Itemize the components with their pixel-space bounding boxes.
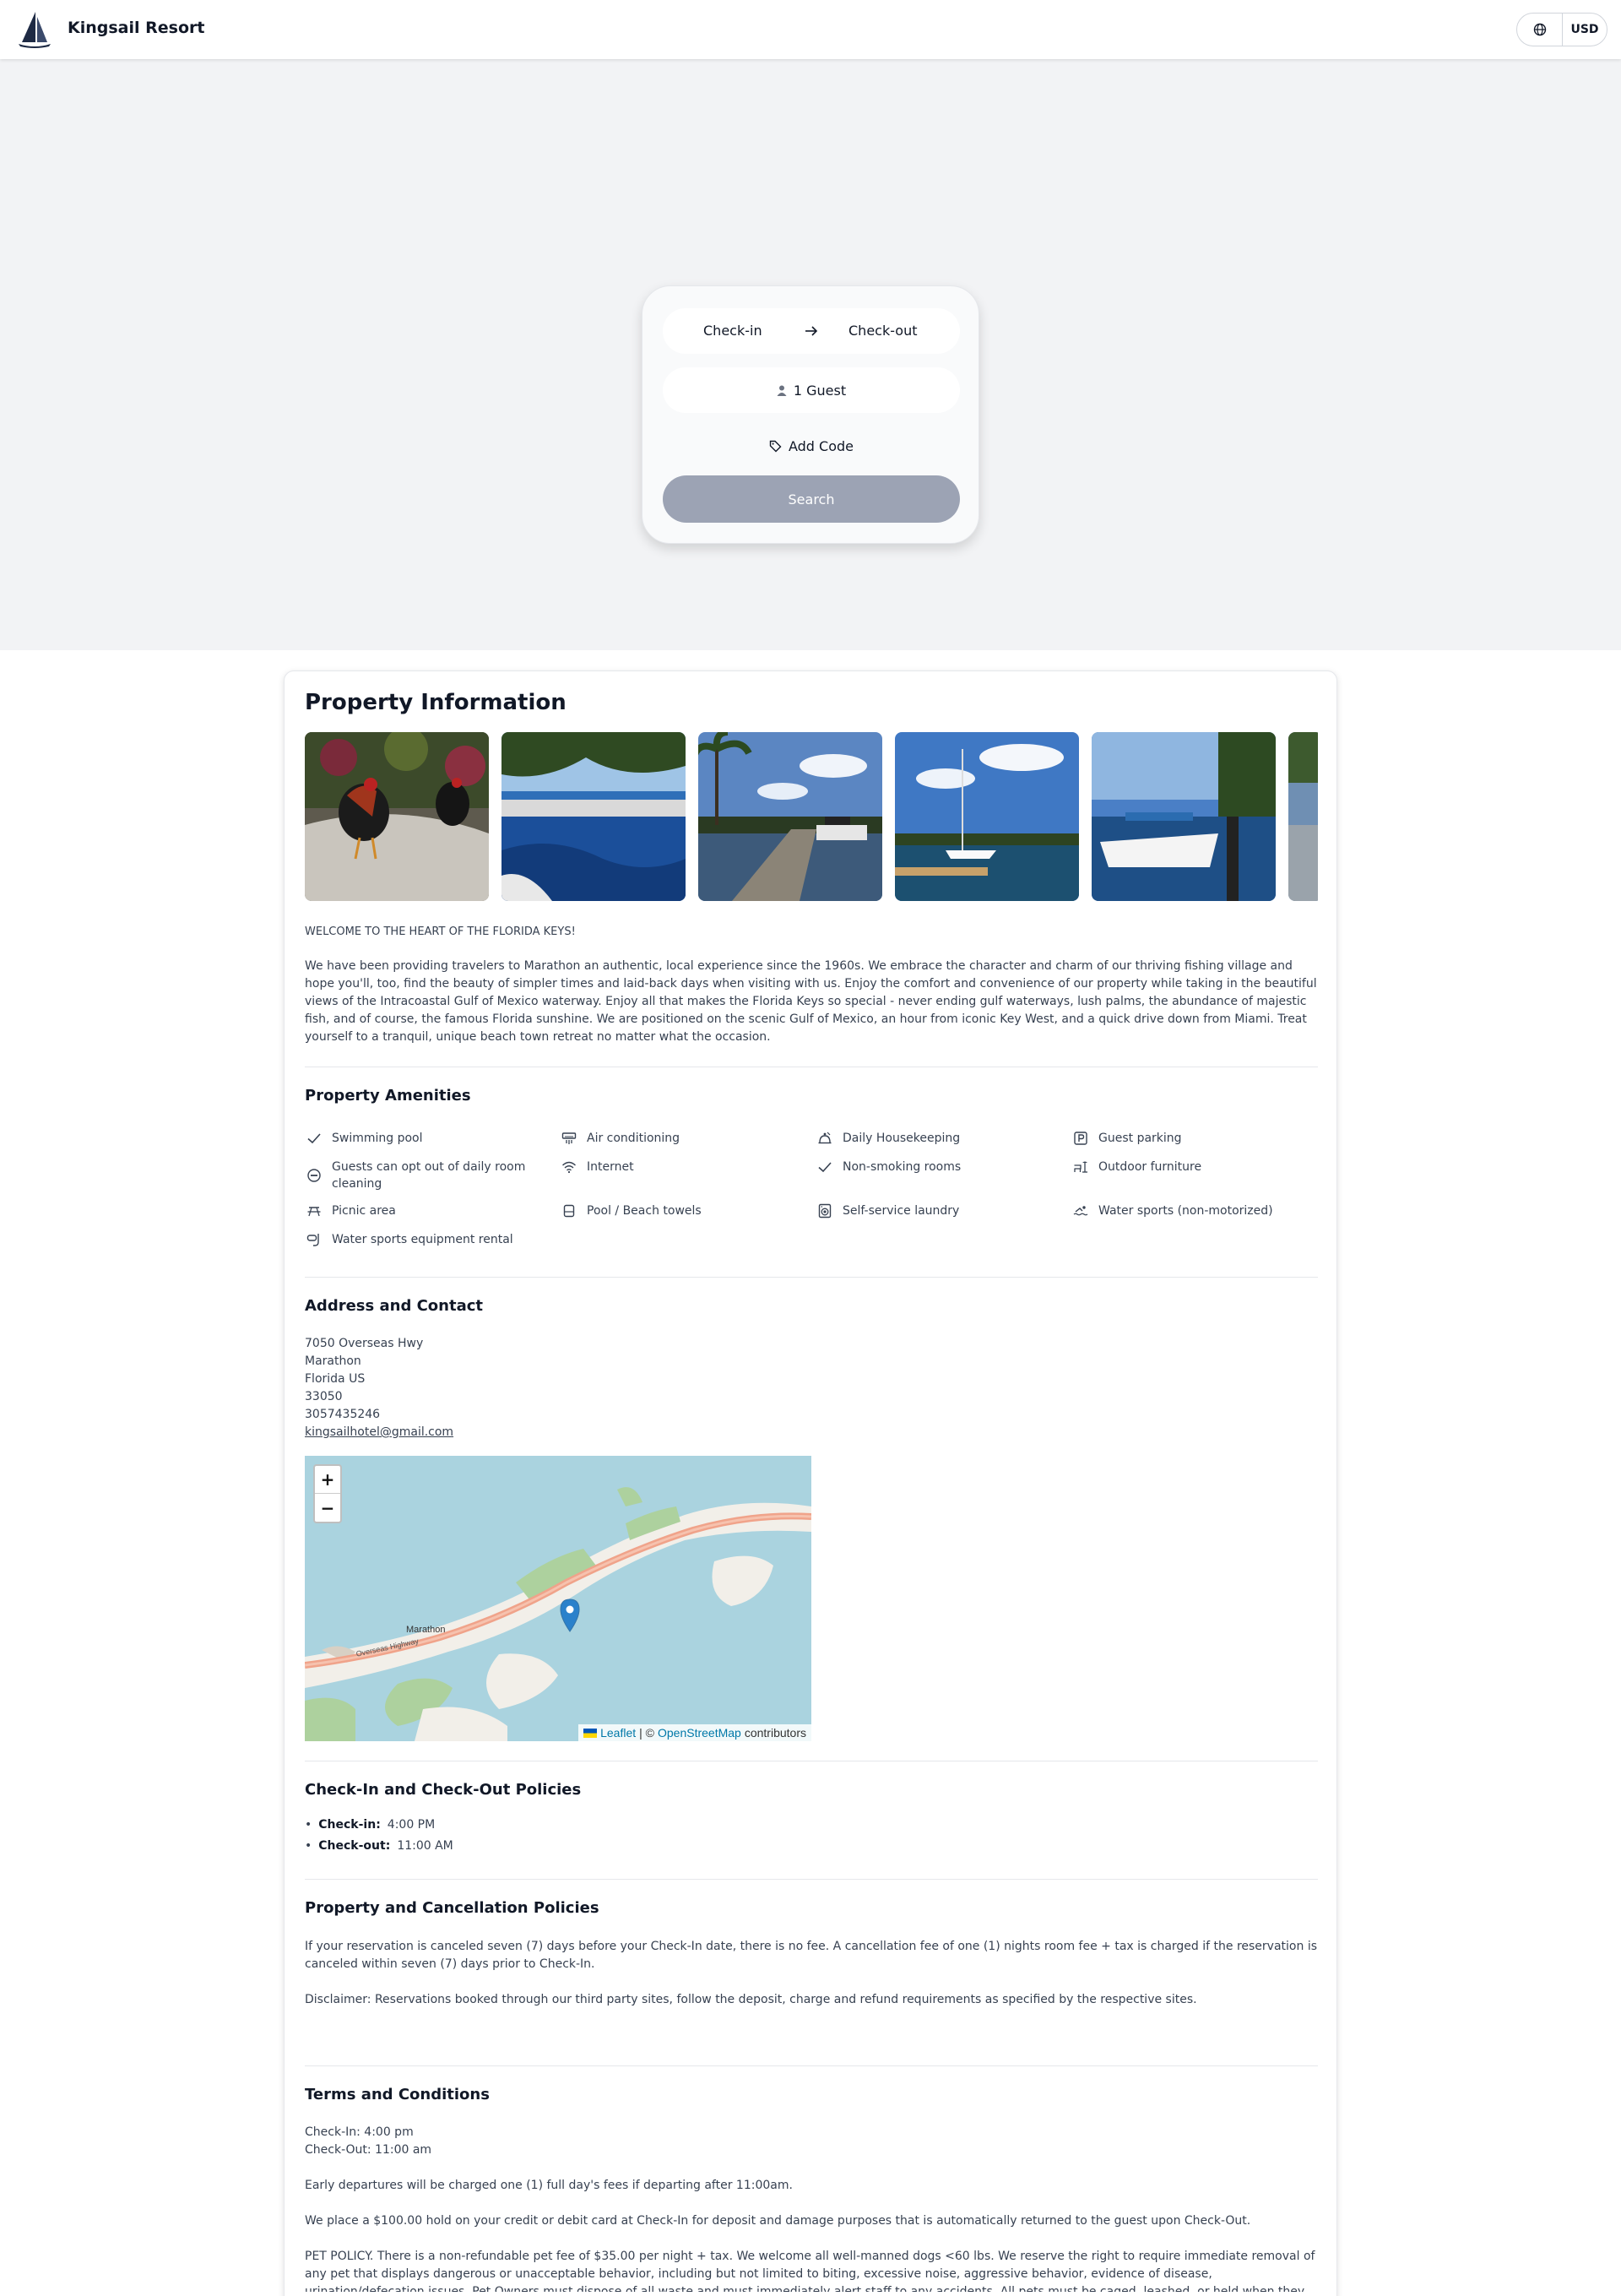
gallery-photo[interactable]	[501, 732, 686, 901]
gallery-photo[interactable]	[305, 732, 489, 901]
terms-card-hold: We place a $100.00 hold on your credit o…	[305, 2214, 1251, 2228]
tag-icon	[769, 440, 782, 452]
map-tiles	[305, 1456, 811, 1741]
guests-label: 1 Guest	[793, 382, 847, 399]
amenity-item: Daily Housekeeping	[816, 1130, 1069, 1147]
booking-widget: Check-in Check-out 1 Guest Add Code Sear…	[642, 285, 979, 544]
amenity-item: Outdoor furniture	[1071, 1159, 1325, 1175]
check-out-policy: • Check-out: 11:00 AM	[305, 1839, 453, 1853]
property-description: We have been providing travelers to Mara…	[305, 959, 1317, 1044]
laundry-icon	[818, 1203, 832, 1219]
amenity-item: Air conditioning	[560, 1130, 813, 1147]
no-entry-icon	[307, 1169, 321, 1182]
phone-number[interactable]: 3057435246	[305, 1406, 380, 1424]
sailboat-bay-photo	[895, 732, 1079, 901]
cancellation-disclaimer: Disclaimer: Reservations booked through …	[305, 1993, 1197, 2006]
amenity-item: Internet	[560, 1159, 813, 1175]
roosters-photo	[305, 732, 489, 901]
zip-code: 33050	[305, 1390, 343, 1403]
gallery-photo[interactable]	[1288, 732, 1318, 901]
towel-icon	[563, 1204, 575, 1218]
email-link[interactable]: kingsailhotel@gmail.com	[305, 1425, 453, 1439]
add-code-button[interactable]: Add Code	[663, 432, 960, 460]
terms-title: Terms and Conditions	[305, 2086, 490, 2103]
hero-section: Check-in Check-out 1 Guest Add Code Sear…	[0, 59, 1621, 650]
ukraine-flag-icon	[583, 1728, 598, 1738]
snorkel-icon	[306, 1234, 319, 1246]
gallery-photo[interactable]	[895, 732, 1079, 901]
terms-check-in: Check-In: 4:00 pm	[305, 2125, 414, 2139]
amenity-item: Swimming pool	[305, 1130, 558, 1147]
terms-pet-policy: PET POLICY. There is a non-refundable pe…	[305, 2250, 1315, 2292]
attribution-separator: | ©	[639, 1726, 654, 1740]
check-out-field[interactable]: Check-out	[848, 323, 918, 339]
address-title: Address and Contact	[305, 1297, 484, 1315]
check-in-policy: • Check-in: 4:00 PM	[305, 1818, 436, 1832]
arrow-right-icon	[805, 326, 818, 336]
map-zoom-control: + −	[313, 1464, 342, 1523]
amenity-item: Picnic area	[305, 1202, 558, 1219]
person-icon	[777, 385, 787, 396]
leaflet-link[interactable]: Leaflet	[600, 1726, 636, 1740]
cancellation-title: Property and Cancellation Policies	[305, 1899, 599, 1917]
brand-name[interactable]: Kingsail Resort	[68, 19, 204, 37]
locale-currency-selector: USD	[1516, 13, 1607, 46]
sailboat-logo-icon[interactable]	[17, 10, 52, 49]
property-card: Property Information WELCOME TO THE HEAR…	[284, 670, 1337, 2296]
air-conditioner-icon	[561, 1132, 577, 1144]
amenity-item: Guests can opt out of daily room cleanin…	[305, 1159, 558, 1192]
amenity-item: Water sports (non-motorized)	[1071, 1202, 1325, 1219]
map-attribution: Leaflet | © OpenStreetMap contributors	[578, 1724, 811, 1741]
amenity-item: Guest parking	[1071, 1130, 1325, 1147]
date-range-picker[interactable]: Check-in Check-out	[663, 308, 960, 354]
location-map[interactable]: Marathon Overseas Highway + − Leaflet | …	[305, 1456, 811, 1741]
welcome-heading: WELCOME TO THE HEART OF THE FLORIDA KEYS…	[305, 925, 576, 938]
gallery-photo[interactable]	[698, 732, 882, 901]
amenity-item: Water sports equipment rental	[305, 1231, 558, 1248]
street-address: 7050 Overseas Hwy	[305, 1337, 424, 1350]
search-button[interactable]: Search	[663, 475, 960, 523]
section-divider	[305, 1879, 1318, 1880]
outdoor-furniture-icon	[1074, 1161, 1087, 1173]
language-button[interactable]	[1517, 14, 1563, 46]
section-divider	[305, 2065, 1318, 2066]
marina-canal-photo	[501, 732, 686, 901]
currency-button[interactable]: USD	[1563, 14, 1607, 46]
section-divider	[305, 1277, 1318, 1278]
amenity-item: Pool / Beach towels	[560, 1202, 813, 1219]
check-in-field[interactable]: Check-in	[703, 323, 762, 339]
city: Marathon	[305, 1354, 361, 1368]
add-code-label: Add Code	[788, 437, 854, 454]
email-link-wrap: kingsailhotel@gmail.com	[305, 1424, 453, 1441]
check-icon	[307, 1133, 321, 1144]
checkin-policies-title: Check-In and Check-Out Policies	[305, 1781, 582, 1799]
zoom-in-button[interactable]: +	[315, 1466, 340, 1494]
zoom-out-button[interactable]: −	[315, 1494, 340, 1522]
boats-docked-photo	[1092, 732, 1276, 901]
property-title: Property Information	[305, 690, 567, 715]
state: Florida US	[305, 1372, 366, 1386]
picnic-table-icon	[307, 1207, 321, 1217]
guests-selector[interactable]: 1 Guest	[663, 367, 960, 413]
amenity-item: Self-service laundry	[816, 1202, 1069, 1219]
gallery-photo[interactable]	[1092, 732, 1276, 901]
osm-link[interactable]: OpenStreetMap	[658, 1726, 741, 1740]
cancellation-policy-text: If your reservation is canceled seven (7…	[305, 1940, 1317, 1971]
globe-icon	[1533, 23, 1546, 36]
amenities-title: Property Amenities	[305, 1087, 471, 1105]
terms-check-out: Check-Out: 11:00 am	[305, 2143, 432, 2157]
parking-icon	[1074, 1132, 1087, 1145]
housekeeping-icon	[818, 1132, 832, 1144]
terms-early-departure: Early departures will be charged one (1)…	[305, 2179, 793, 2192]
amenity-item: Non-smoking rooms	[816, 1159, 1069, 1175]
top-navigation-bar: Kingsail Resort USD	[0, 0, 1621, 59]
photo-gallery[interactable]	[305, 732, 1318, 903]
partial-photo	[1288, 732, 1318, 901]
check-icon	[818, 1162, 832, 1173]
attribution-contributors: contributors	[744, 1726, 806, 1740]
map-city-label: Marathon	[406, 1625, 446, 1635]
dock-palms-photo	[698, 732, 882, 901]
wifi-icon	[562, 1161, 576, 1174]
swimmer-icon	[1073, 1206, 1088, 1216]
